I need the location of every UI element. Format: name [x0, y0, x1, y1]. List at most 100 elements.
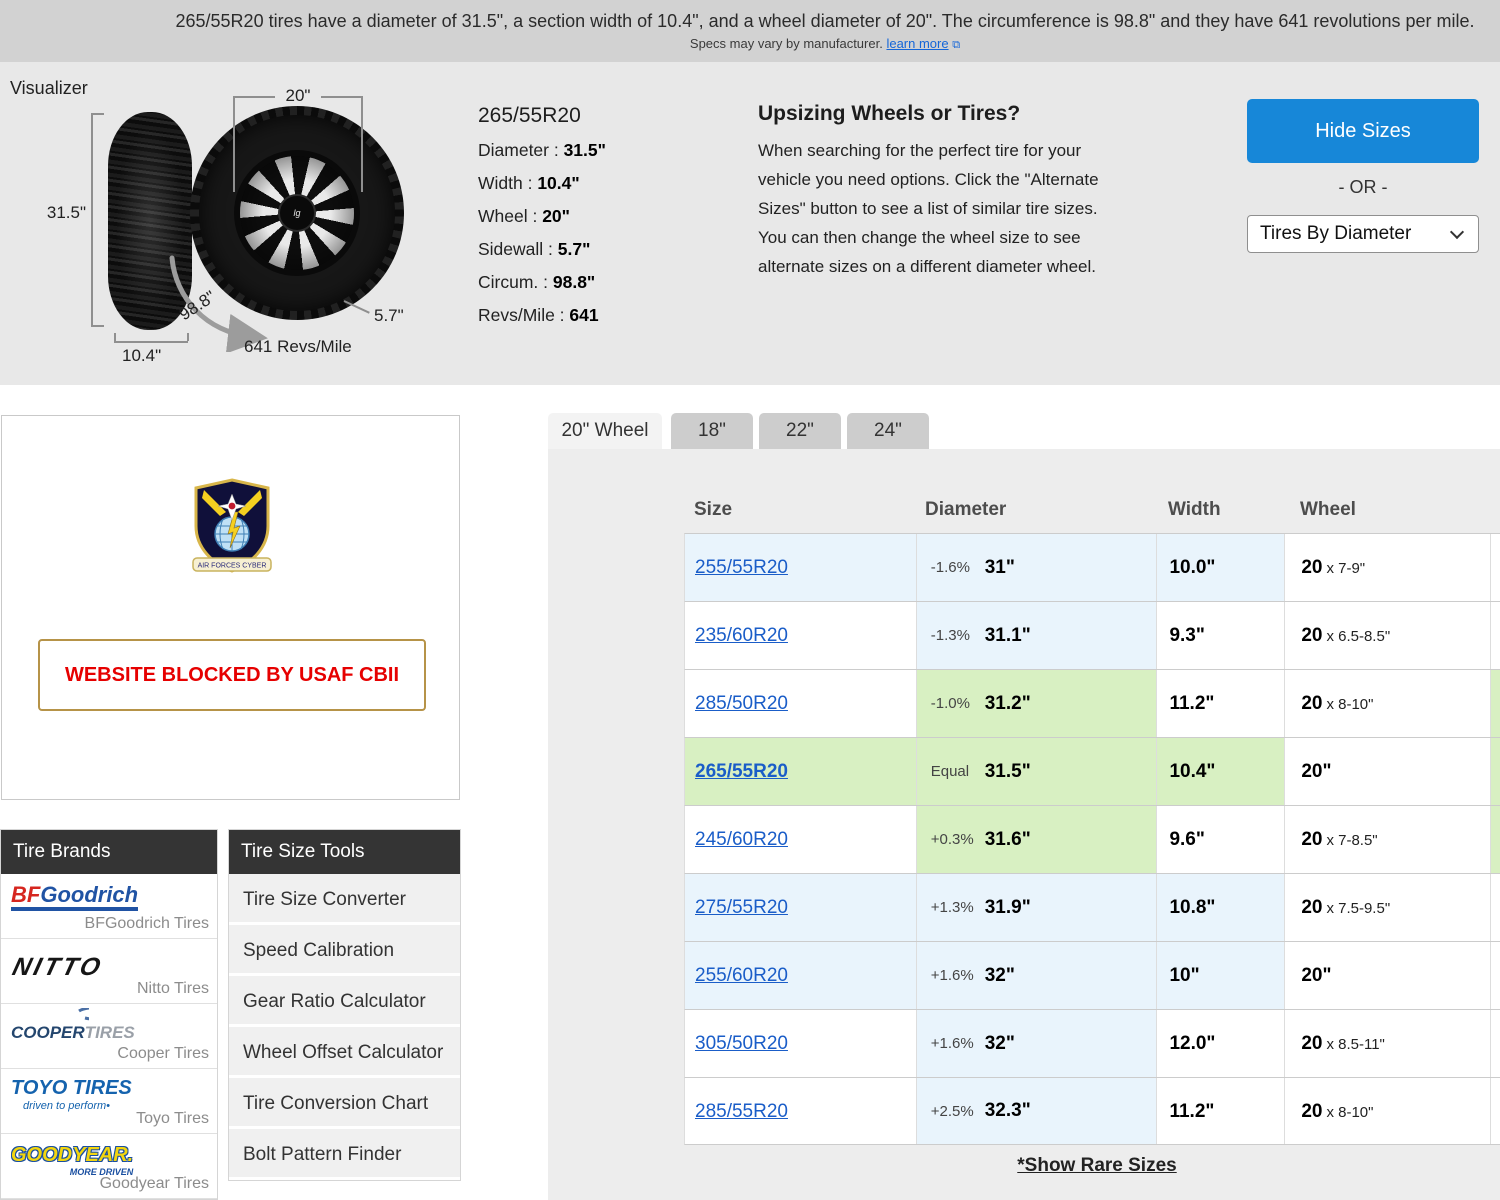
brand-item-cooper[interactable]: COOPERTIRES Cooper Tires [1, 1004, 217, 1069]
spec-value: 641 [569, 305, 599, 325]
size-link[interactable]: 275/55R20 [695, 897, 788, 918]
diameter-cell: Equal 31.5" [915, 738, 1157, 805]
wheel-range: x 7-8.5" [1326, 832, 1378, 849]
sizes-table-header: Size Diameter Width Wheel [684, 483, 1500, 533]
wheel-range: x 7-9" [1326, 560, 1366, 577]
revs-per-mile-label: 641 Revs/Mile [244, 337, 352, 356]
spec-item: Width : 10.4" [478, 173, 738, 194]
size-link[interactable]: 255/55R20 [695, 557, 788, 578]
width-cell: 10.8" [1156, 874, 1285, 941]
table-row: 245/60R20 +0.3% 31.6" 9.6" 20 x 7-8.5" [684, 805, 1500, 873]
diameter-cell: +1.3% 31.9" [915, 874, 1157, 941]
sidewall-label: 5.7" [374, 306, 404, 325]
diameter-cell: +2.5% 32.3" [915, 1078, 1157, 1144]
diameter-value: 31.5" [984, 760, 1031, 782]
disclaimer-text: Specs may vary by manufacturer. [689, 36, 883, 51]
diameter-cell: -1.0% 31.2" [915, 670, 1157, 737]
spec-item: Circum. : 98.8" [478, 272, 738, 293]
diameter-diff: +0.3% [930, 831, 974, 848]
tab-20-wheel[interactable]: 20" Wheel [548, 413, 662, 449]
col-header-wheel: Wheel [1300, 499, 1356, 520]
next-column-sliver [1490, 602, 1500, 669]
diameter-diff: +2.5% [930, 1102, 974, 1120]
diameter-dim-label: 31.5" [46, 203, 86, 222]
next-column-sliver [1490, 1010, 1500, 1077]
size-cell: 255/60R20 [685, 942, 916, 1009]
tab-22-wheel[interactable]: 22" [759, 413, 841, 449]
size-link[interactable]: 265/55R20 [695, 761, 788, 782]
spec-summary-banner: 265/55R20 tires have a diameter of 31.5"… [0, 0, 1500, 62]
brand-label: Cooper Tires [117, 1045, 209, 1062]
width-cell: 12.0" [1156, 1010, 1285, 1077]
sizes-table-body: 255/55R20 -1.6% 31" 10.0" 20 x 7-9" 235/6… [684, 533, 1500, 1145]
next-column-sliver [1490, 738, 1500, 805]
diameter-diff: +1.3% [930, 899, 974, 916]
tool-link[interactable]: Tire Size Converter [229, 874, 460, 925]
tool-link[interactable]: Wheel Offset Calculator [229, 1027, 460, 1078]
next-column-sliver [1490, 942, 1500, 1009]
tab-18-wheel[interactable]: 18" [671, 413, 753, 449]
upsizing-block: Upsizing Wheels or Tires? When searching… [758, 102, 1118, 281]
diameter-value: 32" [984, 1032, 1015, 1054]
size-link[interactable]: 305/50R20 [695, 1033, 788, 1054]
spec-value: 98.8" [552, 272, 596, 292]
wheel-cell: 20 x 7-8.5" [1284, 806, 1491, 873]
cooper-swoosh-icon [78, 1008, 89, 1021]
brand-item-nitto[interactable]: NITTO Nitto Tires [1, 939, 217, 1004]
brand-item-goodyear[interactable]: GOODYEAR. MORE DRIVEN Goodyear Tires [1, 1134, 217, 1199]
wheel-size: 20 [1301, 897, 1323, 918]
diameter-diff: -1.3% [930, 627, 970, 644]
hide-sizes-button[interactable]: Hide Sizes [1247, 99, 1479, 163]
tire-spec-block: 265/55R20 Diameter : 31.5" Width : 10.4"… [478, 104, 738, 326]
diameter-diff: +1.6% [930, 967, 974, 984]
size-link[interactable]: 235/60R20 [695, 625, 788, 646]
goodyear-logo: GOODYEAR. MORE DRIVEN [11, 1144, 134, 1177]
spec-summary-text: 265/55R20 tires have a diameter of 31.5"… [175, 11, 1475, 31]
bfgoodrich-logo: BFGoodrich [11, 882, 139, 912]
tire-brands-header: Tire Brands [1, 830, 217, 874]
size-link[interactable]: 285/55R20 [695, 1101, 788, 1122]
diameter-value: 31" [984, 556, 1015, 578]
tires-by-diameter-dropdown[interactable]: Tires By Diameter [1247, 215, 1479, 253]
table-row: 255/55R20 -1.6% 31" 10.0" 20 x 7-9" [684, 533, 1500, 601]
tool-link[interactable]: Tire Conversion Chart [229, 1078, 460, 1129]
table-row: 285/50R20 -1.0% 31.2" 11.2" 20 x 8-10" [684, 669, 1500, 737]
tool-link[interactable]: Gear Ratio Calculator [229, 976, 460, 1027]
brand-item-toyo[interactable]: TOYO TIRES driven to perform• Toyo Tires [1, 1069, 217, 1134]
show-rare-sizes-link[interactable]: *Show Rare Sizes [1017, 1155, 1176, 1176]
brand-item-bfgoodrich[interactable]: BFGoodrich BFGoodrich Tires [1, 874, 217, 939]
toyo-logo: TOYO TIRES driven to perform• [11, 1077, 132, 1112]
wheel-size: 20" [1301, 965, 1332, 986]
wheel-size: 20" [1301, 761, 1332, 782]
spec-value: 31.5" [563, 140, 606, 160]
size-link[interactable]: 285/50R20 [695, 693, 788, 714]
diameter-diff: -1.6% [930, 559, 970, 576]
wheel-size: 20 [1301, 625, 1323, 646]
size-link[interactable]: 255/60R20 [695, 965, 788, 986]
wheel-cell: 20 x 8-10" [1284, 1078, 1491, 1144]
table-row: 305/50R20 +1.6% 32" 12.0" 20 x 8.5-11" [684, 1009, 1500, 1077]
col-header-width: Width [1168, 499, 1221, 520]
next-column-sliver [1490, 1078, 1500, 1144]
diameter-cell: +0.3% 31.6" [915, 806, 1157, 873]
spec-value: 10.4" [537, 173, 580, 193]
tire-size-tools-panel: Tire Size Tools Tire Size Converter Spee… [228, 829, 461, 1181]
visualizer-title: Visualizer [10, 78, 88, 98]
width-cell: 10.0" [1156, 534, 1285, 601]
spec-item: Sidewall : 5.7" [478, 239, 738, 260]
table-row: 255/60R20 +1.6% 32" 10" 20" [684, 941, 1500, 1009]
tire-size-tools-header: Tire Size Tools [229, 830, 460, 874]
size-link[interactable]: 245/60R20 [695, 829, 788, 850]
blocked-message-text: WEBSITE BLOCKED BY USAF CBII [64, 663, 400, 686]
size-cell: 255/55R20 [685, 534, 916, 601]
diameter-diff: Equal [930, 763, 970, 780]
cooper-logo: COOPERTIRES [11, 1008, 135, 1043]
tab-24-wheel[interactable]: 24" [847, 413, 929, 449]
table-row: 275/55R20 +1.3% 31.9" 10.8" 20 x 7.5-9.5" [684, 873, 1500, 941]
learn-more-link[interactable]: learn more [886, 36, 948, 51]
size-cell: 285/55R20 [685, 1078, 916, 1144]
tool-link[interactable]: Bolt Pattern Finder [229, 1129, 460, 1180]
diameter-dim-tick-top [91, 113, 104, 115]
wheel-range: x 8-10" [1326, 696, 1374, 713]
tool-link[interactable]: Speed Calibration [229, 925, 460, 976]
